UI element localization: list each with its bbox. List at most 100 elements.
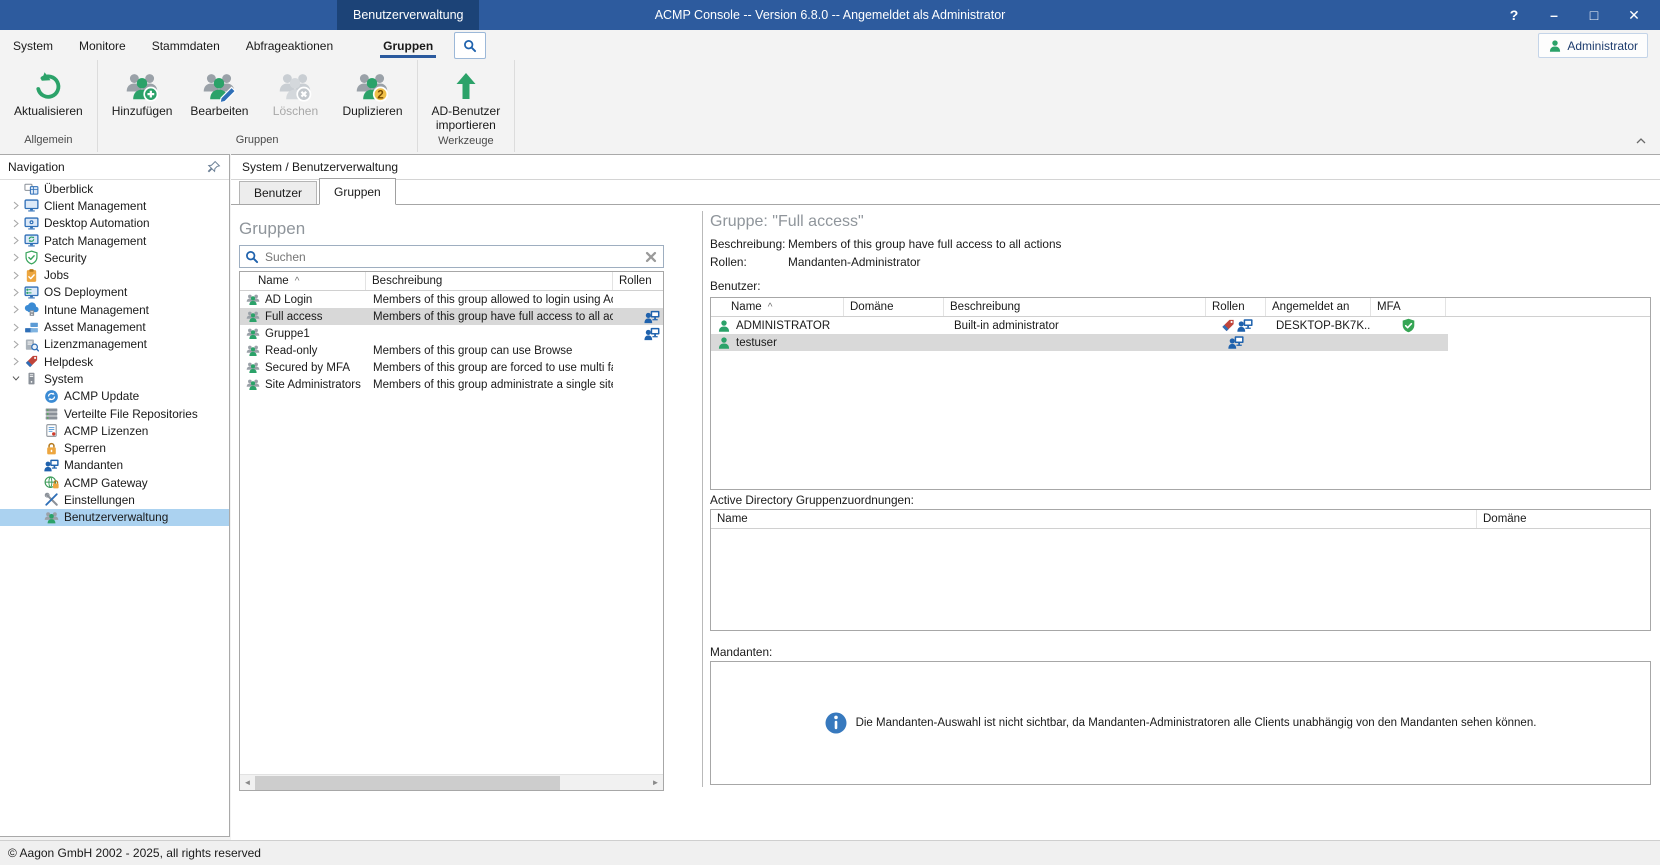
group-row-ad-login[interactable]: AD LoginMembers of this group allowed to…	[240, 291, 663, 308]
löschen-button[interactable]: Löschen	[258, 66, 332, 121]
user-row-testuser[interactable]: testuser	[711, 334, 1448, 351]
group-people-icon	[246, 327, 260, 340]
menu-item-monitore[interactable]: Monitore	[66, 32, 139, 60]
nav-item-benutzerverwaltung[interactable]: Benutzerverwaltung	[0, 509, 229, 526]
duplizieren-button[interactable]: 2Duplizieren	[334, 66, 410, 121]
chevron-right-icon[interactable]	[8, 357, 24, 367]
logged-in-user-badge[interactable]: Administrator	[1538, 33, 1648, 58]
group-description: Members of this group can use Browse	[366, 345, 613, 357]
menu-search-button[interactable]	[454, 32, 486, 59]
nav-item-security[interactable]: Security	[0, 249, 229, 266]
scroll-left-arrow[interactable]: ◄	[240, 775, 255, 790]
column-header-domaene[interactable]: Domäne	[844, 298, 944, 316]
nav-item-sperren[interactable]: Sperren	[0, 439, 229, 456]
user-row-administrator[interactable]: ADMINISTRATORBuilt-in administratorDESKT…	[711, 317, 1448, 334]
help-button[interactable]: ?	[1494, 0, 1534, 30]
nav-item-einstellungen[interactable]: Einstellungen	[0, 491, 229, 508]
chevron-right-icon[interactable]	[8, 236, 24, 246]
nav-item-verteilte-file-repositories[interactable]: Verteilte File Repositories	[0, 405, 229, 422]
group-row-gruppe1[interactable]: Gruppe1	[240, 325, 663, 342]
minimize-button[interactable]: –	[1534, 0, 1574, 30]
clear-search-icon[interactable]	[644, 250, 658, 264]
menu-item-stammdaten[interactable]: Stammdaten	[139, 32, 233, 60]
nav-item-mandanten[interactable]: Mandanten	[0, 457, 229, 474]
svg-text:2: 2	[378, 87, 385, 101]
group-row-site-administrators[interactable]: Site AdministratorsMembers of this group…	[240, 376, 663, 393]
chevron-right-icon[interactable]	[8, 322, 24, 332]
aktualisieren-button[interactable]: Aktualisieren	[6, 66, 91, 121]
column-header-name[interactable]: Name^	[711, 298, 844, 316]
mandanten-icon	[44, 458, 59, 473]
tab-gruppen[interactable]: Gruppen	[319, 178, 396, 205]
person-icon	[1548, 39, 1562, 53]
nav-item-patch-management[interactable]: Patch Management	[0, 232, 229, 249]
nav-item-client-management[interactable]: Client Management	[0, 197, 229, 214]
chevron-right-icon[interactable]	[8, 270, 24, 280]
hinzufügen-button[interactable]: Hinzufügen	[104, 66, 181, 121]
chevron-right-icon[interactable]	[8, 201, 24, 211]
maximize-button[interactable]: □	[1574, 0, 1614, 30]
scroll-right-arrow[interactable]: ►	[648, 775, 663, 790]
chevron-down-icon[interactable]	[8, 374, 24, 384]
scrollbar-thumb[interactable]	[255, 776, 560, 790]
role-mandant-icon	[1228, 335, 1244, 350]
ad-benutzer-importieren-button[interactable]: AD-Benutzer importieren	[424, 66, 509, 135]
chevron-right-icon[interactable]	[8, 287, 24, 297]
column-header-beschreibung[interactable]: Beschreibung	[944, 298, 1206, 316]
document-tab-benutzerverwaltung[interactable]: Benutzerverwaltung	[337, 0, 479, 30]
nav-item-intune-management[interactable]: Intune Management	[0, 301, 229, 318]
chevron-right-icon[interactable]	[8, 253, 24, 263]
column-header-rollen[interactable]: Rollen	[1206, 298, 1266, 316]
roles-label: Rollen:	[710, 255, 788, 269]
column-header-name[interactable]: Name	[711, 510, 1477, 528]
nav-item-label: Verteilte File Repositories	[64, 407, 198, 421]
gateway-icon	[44, 475, 59, 490]
nav-item-acmp-lizenzen[interactable]: ACMP Lizenzen	[0, 422, 229, 439]
ribbon-collapse-button[interactable]	[1632, 134, 1650, 148]
chevron-right-icon[interactable]	[8, 218, 24, 228]
ribbon-toolbar: AktualisierenAllgemeinHinzufügenBearbeit…	[0, 60, 1660, 153]
panel-splitter[interactable]	[702, 211, 703, 787]
nav-item-überblick[interactable]: Überblick	[0, 180, 229, 197]
search-icon	[463, 39, 477, 53]
column-header-beschreibung[interactable]: Beschreibung	[366, 272, 613, 290]
pin-icon[interactable]	[207, 160, 221, 174]
groups-table-body: AD LoginMembers of this group allowed to…	[240, 291, 663, 393]
nav-item-acmp-gateway[interactable]: ACMP Gateway	[0, 474, 229, 491]
group-name: Secured by MFA	[265, 362, 350, 374]
tab-benutzer[interactable]: Benutzer	[239, 181, 317, 204]
group-row-full-access[interactable]: Full accessMembers of this group have fu…	[240, 308, 663, 325]
menu-item-system[interactable]: System	[0, 32, 66, 60]
nav-item-jobs[interactable]: Jobs	[0, 266, 229, 283]
nav-item-label: OS Deployment	[44, 285, 127, 299]
menu-item-gruppen[interactable]: Gruppen	[370, 32, 446, 60]
close-button[interactable]: ✕	[1614, 0, 1654, 30]
user-mfa-cell	[1371, 318, 1446, 333]
column-header-name[interactable]: Name^	[240, 272, 366, 290]
bearbeiten-button[interactable]: Bearbeiten	[182, 66, 256, 121]
groups-search-input[interactable]	[263, 249, 639, 265]
ribbon-group-allgemein: AktualisierenAllgemein	[0, 60, 98, 152]
column-header-mfa[interactable]: MFA	[1371, 298, 1446, 316]
column-header-rollen[interactable]: Rollen	[613, 272, 663, 290]
column-header-angemeldet-an[interactable]: Angemeldet an	[1266, 298, 1371, 316]
nav-item-asset-management[interactable]: Asset Management	[0, 318, 229, 335]
group-row-secured-by-mfa[interactable]: Secured by MFAMembers of this group are …	[240, 359, 663, 376]
groups-table: Name^ Beschreibung Rollen AD LoginMember…	[239, 271, 664, 791]
chevron-right-icon[interactable]	[8, 339, 24, 349]
nav-item-lizenzmanagement[interactable]: Lizenzmanagement	[0, 336, 229, 353]
column-header-domaene[interactable]: Domäne	[1477, 510, 1650, 528]
group-people-icon	[246, 344, 260, 357]
nav-item-desktop-automation[interactable]: Desktop Automation	[0, 215, 229, 232]
nav-item-os-deployment[interactable]: OS Deployment	[0, 284, 229, 301]
groups-search-box	[239, 245, 664, 268]
nav-item-system[interactable]: System	[0, 370, 229, 387]
group-row-read-only[interactable]: Read-onlyMembers of this group can use B…	[240, 342, 663, 359]
nav-item-acmp-update[interactable]: ACMP Update	[0, 388, 229, 405]
user-roles-cell	[1206, 318, 1266, 333]
menu-item-abfrageaktionen[interactable]: Abfrageaktionen	[233, 32, 346, 60]
helpdesk-icon	[24, 354, 39, 369]
nav-item-helpdesk[interactable]: Helpdesk	[0, 353, 229, 370]
chevron-right-icon[interactable]	[8, 305, 24, 315]
group-roles-cell	[613, 327, 663, 341]
